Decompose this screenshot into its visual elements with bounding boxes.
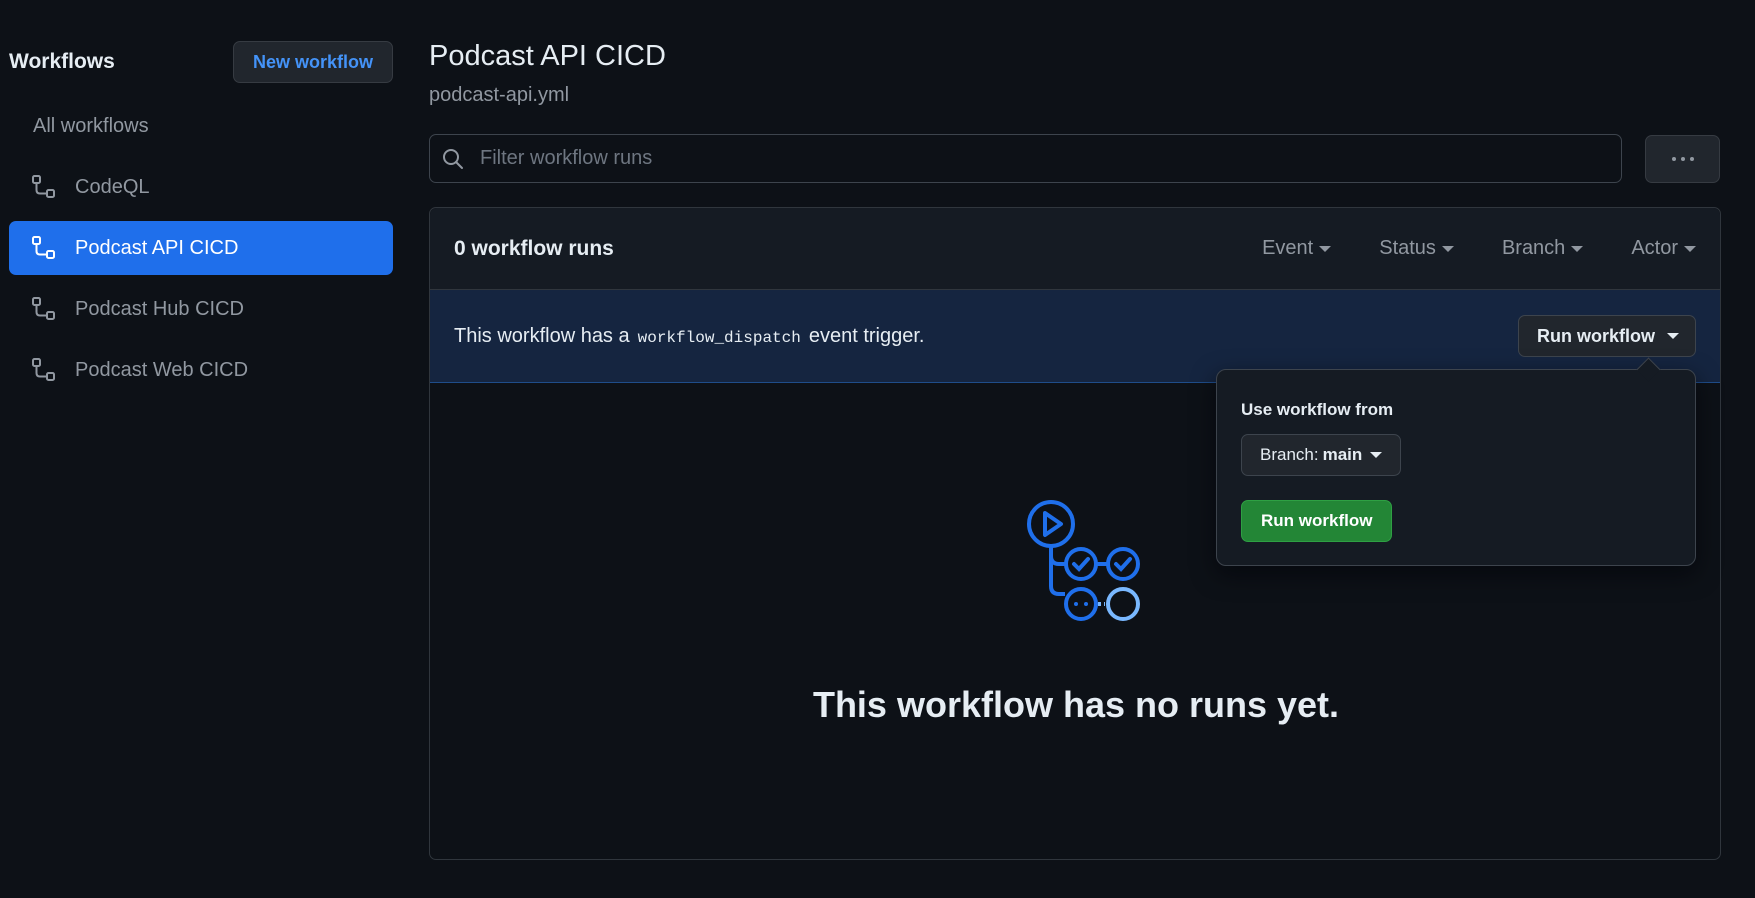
empty-state-message: This workflow has no runs yet. bbox=[812, 684, 1340, 725]
runs-filters: Event Status Branch Actor bbox=[1262, 237, 1696, 260]
sidebar-item-label: Podcast API CICD bbox=[75, 236, 239, 259]
workflow-icon bbox=[31, 234, 59, 262]
workflow-file-link[interactable]: podcast-api.yml bbox=[429, 84, 569, 107]
sidebar-title: Workflows bbox=[9, 50, 115, 73]
workflow-icon bbox=[31, 356, 59, 384]
event-code: workflow_dispatch bbox=[637, 328, 801, 347]
branch-select-button[interactable]: Branch: main bbox=[1241, 434, 1402, 476]
run-workflow-dropdown-button[interactable]: Run workflow bbox=[1518, 315, 1696, 357]
workflow-illustration-icon bbox=[1027, 500, 1140, 621]
sidebar-item-podcast-web-cicd[interactable]: Podcast Web CICD bbox=[9, 343, 393, 397]
sidebar-item-all-workflows[interactable]: All workflows bbox=[9, 99, 393, 153]
workflow-nav: All workflows CodeQL Podcast API CICD Po… bbox=[9, 99, 393, 397]
runs-header: 0 workflow runs Event Status Branch Acto… bbox=[430, 208, 1720, 290]
new-workflow-button[interactable]: New workflow bbox=[232, 41, 393, 83]
chevron-down-icon bbox=[1684, 245, 1696, 252]
banner-text: This workflow has a workflow_dispatch even… bbox=[454, 324, 925, 347]
sidebar-header: Workflows New workflow bbox=[9, 40, 393, 84]
branch-filter-dropdown[interactable]: Branch bbox=[1502, 237, 1584, 260]
sidebar-item-podcast-hub-cicd[interactable]: Podcast Hub CICD bbox=[9, 282, 393, 336]
kebab-icon bbox=[1671, 157, 1676, 161]
sidebar-item-label: Podcast Web CICD bbox=[75, 358, 249, 381]
event-filter-dropdown[interactable]: Event bbox=[1262, 237, 1332, 260]
chevron-down-icon bbox=[1370, 452, 1383, 458]
chevron-down-icon bbox=[1441, 245, 1454, 252]
sidebar-item-podcast-api-cicd[interactable]: Podcast API CICD bbox=[9, 221, 393, 275]
more-options-button[interactable] bbox=[1645, 135, 1720, 183]
page-title: Podcast API CICD bbox=[429, 40, 666, 72]
sidebar-item-codeql[interactable]: CodeQL bbox=[9, 160, 393, 214]
workflow-icon bbox=[31, 173, 59, 201]
sidebar: Workflows New workflow All workflows Cod… bbox=[9, 40, 393, 404]
workflow-icon bbox=[31, 295, 59, 323]
sidebar-item-label: CodeQL bbox=[75, 175, 150, 198]
chevron-down-icon bbox=[1319, 245, 1332, 252]
search-icon bbox=[442, 148, 464, 170]
status-filter-dropdown[interactable]: Status bbox=[1379, 237, 1454, 260]
run-workflow-popover: Use workflow from Branch: main Run workfl… bbox=[1216, 369, 1696, 566]
runs-count: 0 workflow runs bbox=[454, 236, 614, 260]
sidebar-item-label: All workflows bbox=[33, 114, 149, 137]
chevron-down-icon bbox=[1571, 245, 1584, 252]
use-workflow-from-label: Use workflow from bbox=[1241, 400, 1394, 419]
sidebar-item-label: Podcast Hub CICD bbox=[75, 297, 244, 320]
filter-workflow-runs bbox=[429, 134, 1622, 183]
chevron-down-icon bbox=[1667, 333, 1679, 339]
search-input[interactable] bbox=[478, 146, 1582, 171]
actor-filter-dropdown[interactable]: Actor bbox=[1631, 237, 1696, 260]
run-workflow-button[interactable]: Run workflow bbox=[1241, 500, 1393, 542]
